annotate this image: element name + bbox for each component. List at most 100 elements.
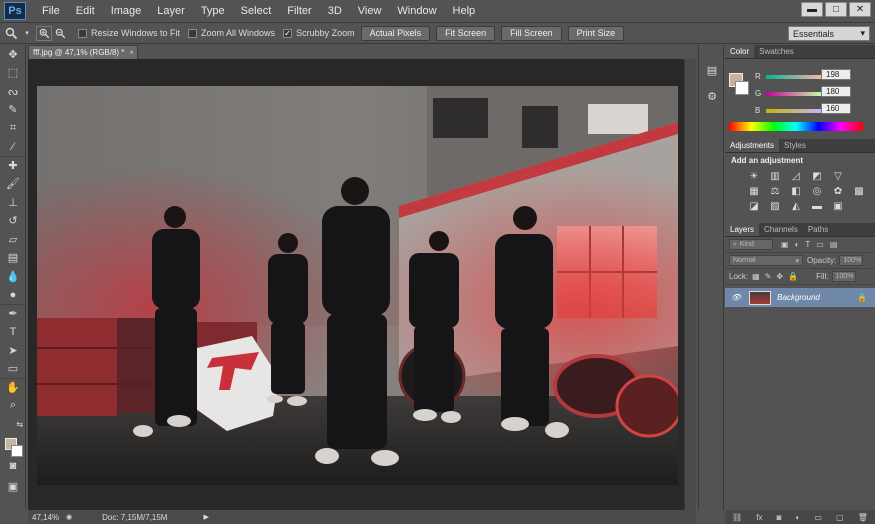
filter-shape-icon[interactable]: ▭ xyxy=(816,240,824,249)
color-lookup-icon[interactable]: ▩ xyxy=(852,185,866,197)
document-image[interactable] xyxy=(37,86,678,485)
black-white-icon[interactable]: ◧ xyxy=(789,185,803,197)
threshold-icon[interactable]: ◭ xyxy=(789,200,803,212)
minimize-button[interactable]: ▬ xyxy=(801,2,823,17)
history-panel-icon[interactable]: ▤ xyxy=(699,59,725,81)
layer-style-icon[interactable]: fx xyxy=(756,513,762,522)
filter-adjustment-icon[interactable]: ◐ xyxy=(795,240,800,249)
vertical-scrollbar[interactable] xyxy=(684,59,696,510)
close-tab-icon[interactable]: × xyxy=(129,48,134,57)
print-size-button[interactable]: Print Size xyxy=(567,25,625,41)
menu-image[interactable]: Image xyxy=(103,5,150,17)
filter-smart-object-icon[interactable]: ▤ xyxy=(830,240,838,249)
brush-tool-icon[interactable]: 🖌 xyxy=(0,175,26,194)
red-track[interactable] xyxy=(766,74,821,79)
type-tool-icon[interactable]: T xyxy=(0,323,26,342)
blue-track[interactable] xyxy=(766,108,821,113)
tab-adjustments[interactable]: Adjustments xyxy=(725,139,780,152)
actual-pixels-button[interactable]: Actual Pixels xyxy=(360,25,431,41)
exposure-icon[interactable]: ◩ xyxy=(810,170,824,182)
tab-color[interactable]: Color xyxy=(725,45,755,58)
red-slider[interactable]: R xyxy=(755,72,821,81)
lock-all-icon[interactable]: 🔒 xyxy=(788,272,798,281)
properties-panel-icon[interactable]: ⚙ xyxy=(699,85,725,107)
fill-screen-button[interactable]: Fill Screen xyxy=(501,25,562,41)
brightness-contrast-icon[interactable]: ☀ xyxy=(747,170,761,182)
opacity-field[interactable]: 100% xyxy=(839,255,864,266)
zoom-in-icon[interactable] xyxy=(36,25,52,41)
quick-selection-tool-icon[interactable]: ✎ xyxy=(0,101,26,120)
hand-tool-icon[interactable]: ✋ xyxy=(0,378,26,397)
tool-preset-dropdown-icon[interactable]: ▾ xyxy=(22,24,32,42)
move-tool-icon[interactable]: ✥ xyxy=(0,45,26,64)
curves-icon[interactable]: ◿ xyxy=(789,170,803,182)
posterize-icon[interactable]: ▨ xyxy=(768,200,782,212)
status-arrow-icon[interactable]: ▶ xyxy=(203,513,208,521)
zoom-tool-icon[interactable]: ⌕ xyxy=(0,397,26,416)
background-color-preview[interactable] xyxy=(735,81,749,95)
menu-help[interactable]: Help xyxy=(445,5,484,17)
zoom-level[interactable]: 47,14% xyxy=(32,513,62,522)
levels-icon[interactable]: ▥ xyxy=(768,170,782,182)
color-balance-icon[interactable]: ⚖ xyxy=(768,185,782,197)
tab-styles[interactable]: Styles xyxy=(779,139,811,152)
crop-tool-icon[interactable]: ⌗ xyxy=(0,119,26,138)
layer-kind-filter[interactable]: ⌕ Kind xyxy=(729,239,773,250)
eyedropper-tool-icon[interactable]: ⁄ xyxy=(0,138,26,157)
hue-saturation-icon[interactable]: ▦ xyxy=(747,185,761,197)
lock-position-icon[interactable]: ✥ xyxy=(776,272,783,281)
new-layer-icon[interactable]: ▢ xyxy=(836,513,844,522)
dodge-tool-icon[interactable]: ● xyxy=(0,286,26,305)
invert-icon[interactable]: ◪ xyxy=(747,200,761,212)
menu-edit[interactable]: Edit xyxy=(68,5,103,17)
filter-pixel-icon[interactable]: ▣ xyxy=(781,240,789,249)
blend-mode-select[interactable]: Normal ▾ xyxy=(729,255,803,266)
healing-brush-tool-icon[interactable]: ✚ xyxy=(0,156,26,175)
green-slider[interactable]: G xyxy=(755,89,821,98)
lasso-tool-icon[interactable]: ᔓ xyxy=(0,82,26,101)
blur-tool-icon[interactable]: 💧 xyxy=(0,267,26,286)
pen-tool-icon[interactable]: ✒ xyxy=(0,304,26,323)
photo-filter-icon[interactable]: ◎ xyxy=(810,185,824,197)
resize-windows-checkbox[interactable]: Resize Windows to Fit xyxy=(78,28,180,38)
workspace-select[interactable]: Essentials ▾ xyxy=(788,26,870,41)
path-selection-tool-icon[interactable]: ➤ xyxy=(0,341,26,360)
filter-type-icon[interactable]: T xyxy=(805,240,810,249)
menu-file[interactable]: File xyxy=(34,5,68,17)
background-color-swatch[interactable] xyxy=(11,445,23,457)
lock-pixels-icon[interactable]: ✎ xyxy=(765,272,772,281)
new-group-icon[interactable]: ▭ xyxy=(814,513,822,522)
swap-colors-icon[interactable]: ⇆ xyxy=(0,415,26,434)
eye-icon[interactable]: 👁 xyxy=(731,293,741,302)
gradient-tool-icon[interactable]: ▤ xyxy=(0,249,26,268)
color-spectrum[interactable] xyxy=(729,122,863,131)
menu-view[interactable]: View xyxy=(350,5,390,17)
status-menu-icon[interactable]: ◉ xyxy=(66,513,72,521)
trash-icon[interactable]: 🗑 xyxy=(858,513,868,522)
fill-field[interactable]: 100% xyxy=(831,271,856,282)
menu-layer[interactable]: Layer xyxy=(149,5,193,17)
eraser-tool-icon[interactable]: ▱ xyxy=(0,230,26,249)
tab-paths[interactable]: Paths xyxy=(803,223,833,236)
clone-stamp-tool-icon[interactable]: ⊥ xyxy=(0,193,26,212)
zoom-tool-icon[interactable] xyxy=(0,24,22,42)
menu-window[interactable]: Window xyxy=(389,5,444,17)
screen-mode-icon[interactable]: ▣ xyxy=(0,477,26,496)
blue-slider[interactable]: B xyxy=(755,106,821,115)
channel-mixer-icon[interactable]: ✿ xyxy=(831,185,845,197)
blue-value[interactable]: 160 xyxy=(821,103,851,114)
fit-screen-button[interactable]: Fit Screen xyxy=(436,25,496,41)
menu-filter[interactable]: Filter xyxy=(279,5,319,17)
new-adjustment-layer-icon[interactable]: ◐ xyxy=(796,513,801,522)
tab-swatches[interactable]: Swatches xyxy=(754,45,799,58)
marquee-tool-icon[interactable]: ⬚ xyxy=(0,64,26,83)
vibrance-icon[interactable]: ▽ xyxy=(831,170,845,182)
menu-select[interactable]: Select xyxy=(233,5,280,17)
close-button[interactable]: ✕ xyxy=(849,2,871,17)
red-value[interactable]: 198 xyxy=(821,69,851,80)
tab-channels[interactable]: Channels xyxy=(759,223,803,236)
selective-color-icon[interactable]: ▣ xyxy=(831,200,845,212)
history-brush-tool-icon[interactable]: ↺ xyxy=(0,212,26,231)
add-mask-icon[interactable]: ◙ xyxy=(777,513,782,522)
quick-mask-icon[interactable]: ◙ xyxy=(0,457,26,476)
